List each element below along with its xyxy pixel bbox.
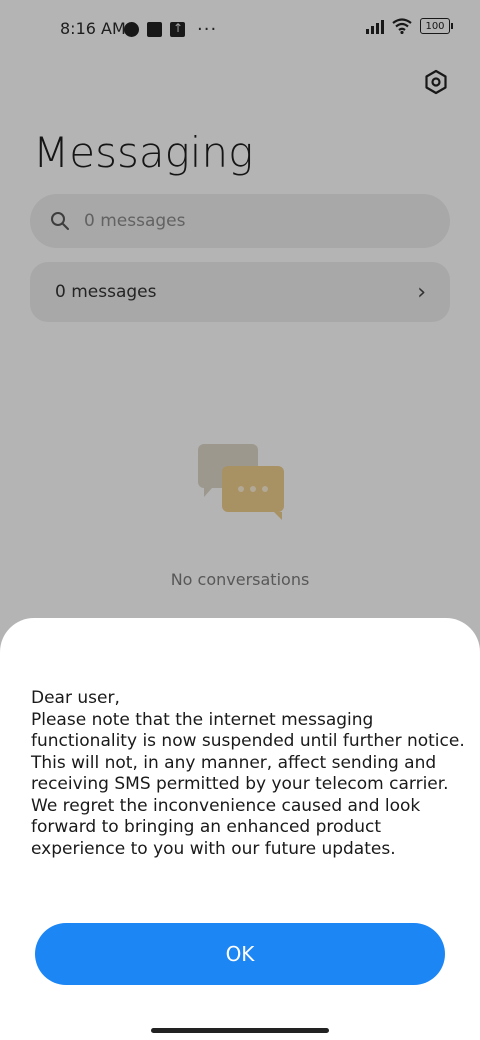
notice-message: Dear user, Please note that the internet… — [31, 688, 465, 859]
home-indicator[interactable] — [151, 1028, 329, 1033]
ok-button[interactable]: OK — [35, 923, 445, 985]
notice-dialog: Dear user, Please note that the internet… — [0, 618, 480, 1040]
